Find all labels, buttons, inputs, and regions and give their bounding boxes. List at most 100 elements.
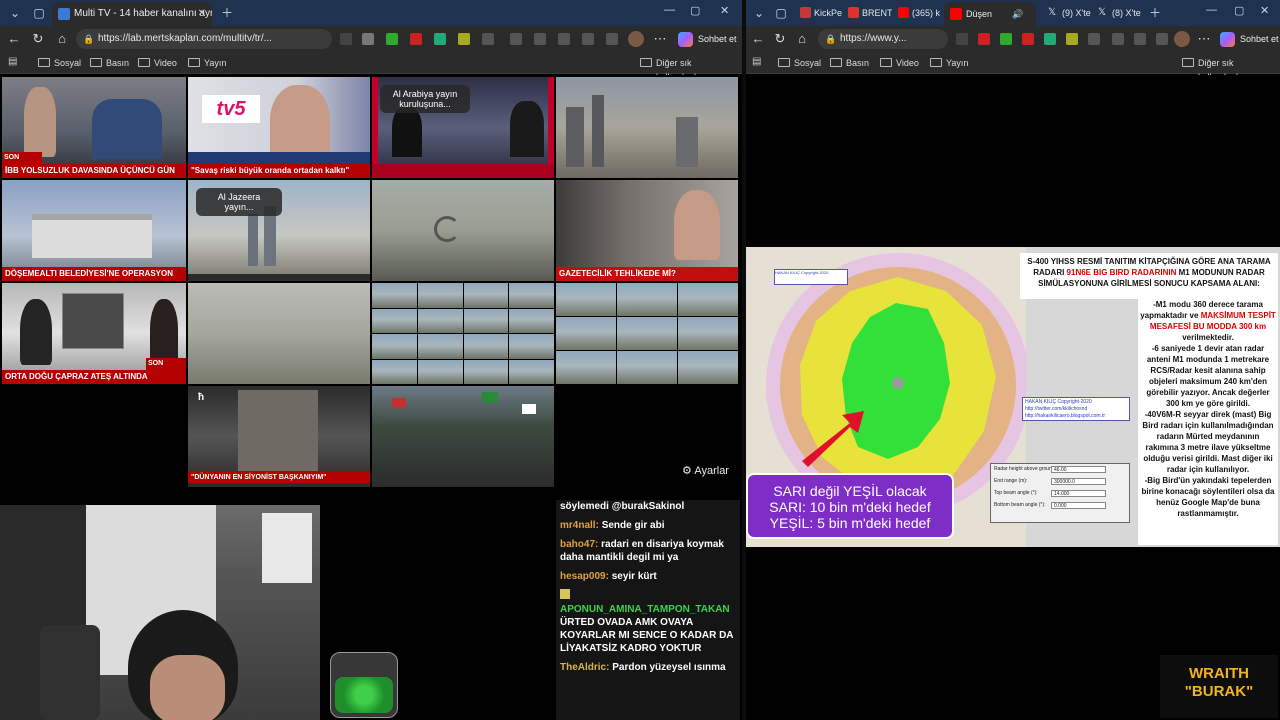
downloads-icon[interactable] [1156, 33, 1168, 45]
city-tile[interactable] [188, 283, 370, 384]
extension-icon[interactable] [362, 33, 374, 45]
news-tile[interactable]: Al Arabiya yayın kuruluşuna... [372, 77, 554, 178]
favorites-icon[interactable] [534, 33, 546, 45]
extension-icon[interactable] [458, 33, 470, 45]
crowd-tile[interactable] [372, 386, 554, 487]
new-tab-icon[interactable]: ＋ [218, 4, 236, 22]
chat-message: APONUN_AMINA_TAMPON_TAKAN ÜRTED OVADA AM… [560, 589, 736, 655]
close-tab-icon[interactable]: ✕ [198, 2, 206, 26]
channel-overlay[interactable]: Al Jazeera yayın... [196, 188, 282, 216]
tab-multi-tv[interactable]: Multi TV - 14 haber kanalını aynı a ✕ [52, 2, 212, 26]
extension-icon[interactable] [956, 33, 968, 45]
extension-icon[interactable] [978, 33, 990, 45]
address-bar[interactable]: 🔒 https://www.y... [818, 29, 948, 49]
refresh-icon[interactable]: ↻ [772, 31, 788, 47]
tab-actions-icon[interactable]: ⌄ [750, 4, 768, 22]
extension-icon[interactable] [482, 33, 494, 45]
extension-icon[interactable] [1044, 33, 1056, 45]
profile-avatar[interactable] [1174, 31, 1190, 47]
tab-actions-icon[interactable]: ⌄ [6, 4, 24, 22]
folder-icon [778, 58, 790, 67]
profile-avatar[interactable] [628, 31, 644, 47]
extension-icon[interactable] [1022, 33, 1034, 45]
tab-x[interactable]: 𝕏 (8) X'te [1096, 2, 1144, 24]
favorite-folder[interactable]: Video [880, 56, 919, 70]
split-screen-icon[interactable] [510, 33, 522, 45]
chat-username[interactable]: TheAldric: [560, 662, 609, 673]
copilot-button[interactable]: Sohbet et [678, 30, 737, 48]
tab-kick[interactable]: KickPe [798, 2, 844, 24]
favorite-folder[interactable]: Yayın [188, 56, 226, 70]
split-screen-icon[interactable] [1112, 33, 1124, 45]
reading-list-icon[interactable]: ▤ [8, 56, 17, 67]
camera-feed [463, 334, 509, 359]
smoke-tile[interactable] [372, 180, 554, 281]
chat-username[interactable]: mr4nall: [560, 520, 599, 531]
jar-beans [335, 677, 393, 713]
extension-icon[interactable] [410, 33, 422, 45]
news-tile[interactable]: SON DAKİKA ORTA DOĞU ÇAPRAZ ATEŞ ALTINDA [2, 283, 186, 384]
refresh-icon[interactable]: ↻ [30, 31, 46, 47]
reading-list-icon[interactable]: ▤ [752, 56, 761, 67]
city-skyline-tile[interactable] [556, 77, 738, 178]
news-tile[interactable]: DÖŞEMEALTI BELEDİYESİ'NE OPERASYON [2, 180, 186, 281]
settings-button[interactable]: ⚙ Ayarlar [676, 461, 735, 480]
favorites-icon[interactable] [1134, 33, 1146, 45]
favorite-folder[interactable]: Video [138, 56, 177, 70]
news-tile[interactable]: SON DAKİKA İBB YOLSUZLUK DAVASINDA ÜÇÜNC… [2, 77, 186, 178]
tab-youtube[interactable]: (365) k [896, 2, 942, 24]
favorite-folder[interactable]: Yayın [930, 56, 968, 70]
collections-icon[interactable] [558, 33, 570, 45]
news-tile[interactable]: GAZETECİLİK TEHLİKEDE Mİ? [556, 180, 738, 281]
more-menu-icon[interactable]: ⋯ [1196, 31, 1212, 47]
browser-essentials-icon[interactable] [582, 33, 594, 45]
tab-x[interactable]: 𝕏 (9) X'te [1046, 2, 1094, 24]
camera-feed [556, 283, 616, 316]
favorite-folder[interactable]: Basın [830, 56, 869, 70]
copilot-button[interactable]: Sohbet et [1220, 30, 1279, 48]
home-icon[interactable]: ⌂ [54, 31, 70, 47]
extension-icon[interactable] [1066, 33, 1078, 45]
back-icon[interactable]: ← [6, 31, 22, 47]
new-tab-icon[interactable]: ＋ [1146, 4, 1164, 22]
address-bar[interactable]: 🔒 https://lab.mertskaplan.com/multitv/tr… [76, 29, 332, 49]
param-row: Bottom beam angle (°): 0.000 [991, 500, 1129, 512]
extension-icon[interactable] [1000, 33, 1012, 45]
news-ticker: DÖŞEMEALTI BELEDİYESİ'NE OPERASYON [2, 267, 186, 281]
close-window-icon[interactable]: ✕ [1260, 4, 1269, 17]
workspaces-icon[interactable]: ▢ [772, 4, 790, 22]
back-icon[interactable]: ← [750, 31, 766, 47]
camera-grid[interactable] [372, 283, 554, 384]
workspaces-icon[interactable]: ▢ [30, 4, 48, 22]
extension-icon[interactable] [386, 33, 398, 45]
favorite-folder[interactable]: Basın [90, 56, 129, 70]
minimize-icon[interactable]: — [664, 4, 675, 16]
news-tile[interactable]: tv5 "Savaş riski büyük oranda ortadan ka… [188, 77, 370, 178]
favorite-folder[interactable]: Sosyal [778, 56, 821, 70]
tab-brent[interactable]: BRENT [846, 2, 892, 24]
chat-username[interactable]: APONUN_AMINA_TAMPON_TAKAN [560, 604, 730, 615]
favorite-folder[interactable]: Sosyal [38, 56, 81, 70]
news-tile[interactable]: ħ "DÜNYANIN EN SİYONİST BAŞKANIYIM" [188, 386, 370, 487]
credit-box: HAKAN KILIÇ Copyright-2020 http://twitte… [1022, 397, 1130, 421]
camera-feed [617, 283, 677, 316]
tab-active[interactable]: Düşen 🔊 [944, 2, 1036, 26]
city-skyline-tile[interactable]: Al Jazeera yayın... [188, 180, 370, 281]
chat-username[interactable]: hesap009: [560, 571, 609, 582]
more-menu-icon[interactable]: ⋯ [652, 31, 668, 47]
maximize-icon[interactable]: ▢ [690, 4, 700, 17]
channel-overlay[interactable]: Al Arabiya yayın kuruluşuna... [380, 85, 470, 113]
extension-icon[interactable] [340, 33, 352, 45]
minimize-icon[interactable]: — [1206, 4, 1217, 16]
extension-icon[interactable] [434, 33, 446, 45]
tab-title: Multi TV - 14 haber kanalını aynı a [74, 8, 212, 19]
chat-username[interactable]: baho47: [560, 539, 598, 550]
wall-poster [262, 513, 312, 583]
maximize-icon[interactable]: ▢ [1234, 4, 1244, 17]
home-icon[interactable]: ⌂ [794, 31, 810, 47]
extension-icon[interactable] [1088, 33, 1100, 45]
downloads-icon[interactable] [606, 33, 618, 45]
speaker-icon[interactable]: 🔊 [1012, 2, 1023, 26]
camera-grid[interactable] [556, 283, 738, 384]
close-window-icon[interactable]: ✕ [720, 4, 729, 17]
